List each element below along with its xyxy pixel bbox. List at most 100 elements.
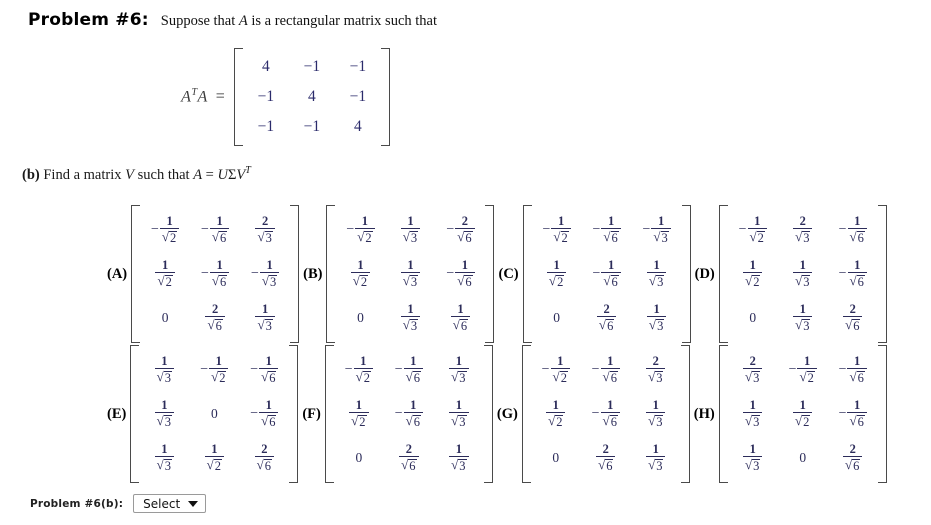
matrix-cell: 1 √ 3 [434,436,484,480]
fraction: −1 √ 6 [250,399,279,430]
radical-sign: √ [405,413,413,429]
fraction-denominator: √ 3 [793,317,812,333]
square-root-icon: √ 3 [745,414,761,429]
fraction: 1 √ 3 [793,303,813,334]
cell-value-zero: 0 [357,310,364,325]
square-root-icon: √ 3 [451,458,467,473]
square-root-icon: √ 6 [603,274,619,289]
fraction: −1 √ 3 [642,215,671,246]
radical-sign: √ [157,273,165,289]
fraction: 1 √ 3 [154,443,175,474]
answer-choice-b[interactable]: (B) −1 √ 2 1 √ 3−2 √ 6 1 √ 2 1 √ 3−1 √ 6 0 1 √ 3 1 √ 6 [303,205,495,343]
answer-choice-h[interactable]: (H) 2 √ 3−1 √ 2−1 √ 6 1 √ 3 1 √ 2−1 √ 6 1 √ 3 0 2 √ 6 [694,345,887,483]
radical-sign: √ [795,273,803,289]
fraction-denominator: √ 3 [155,413,174,429]
radicand: 3 [163,371,173,386]
fraction-body: 1 √ 6 [259,355,279,386]
matrix-cell: −1 √ 2 [531,348,581,392]
answer-choice-f[interactable]: (F) −1 √ 2−1 √ 6 1 √ 3 1 √ 2−1 √ 6 1 √ 3 0 2 √ 6 1 √ 3 [302,345,493,483]
fraction: −1 √ 6 [201,259,230,290]
bracket-left-icon [326,205,336,343]
fraction-numerator: 1 [553,257,560,272]
radical-sign: √ [357,229,365,245]
answer-choice-e[interactable]: (E) 1 √ 3−1 √ 2−1 √ 6 1 √ 3 0−1 √ 6 1 √ 3 1 √ 2 2 √ 6 [107,345,299,483]
radicand: 6 [214,319,223,334]
fraction-body: 1 √ 6 [450,303,471,334]
square-root-icon: √ 2 [162,230,178,245]
fraction: 2 √ 6 [205,303,225,334]
fraction-body: 2 √ 6 [399,443,419,474]
answer-select-dropdown[interactable]: Select [133,494,207,513]
radical-sign: √ [402,317,410,333]
fraction-body: 1 √ 6 [403,399,423,430]
minus-sign-icon: − [446,221,455,237]
radical-sign: √ [452,317,460,333]
matrix-cell: 2 √ 3 [728,348,778,392]
fraction-body: 1 √ 3 [793,303,813,334]
fraction-numerator: 1 [361,213,369,228]
fraction-numerator: 1 [407,213,414,228]
fraction: −1 √ 6 [395,355,423,386]
fraction-numerator: 2 [602,441,609,456]
matrix-cell: 2 √ 6 [582,296,632,340]
fraction-denominator: √ 3 [793,273,812,289]
matrix-cell: 0 [728,296,778,340]
radicand: 3 [409,231,419,246]
matrix-cell: 1 √ 2 [189,436,239,480]
minus-sign-icon: − [346,221,355,237]
fraction: 1 √ 2 [204,443,225,474]
radical-sign: √ [207,317,215,333]
radical-sign: √ [845,457,853,473]
radicand: 6 [268,415,277,430]
square-root-icon: √ 3 [403,230,419,246]
square-root-icon: √ 6 [452,317,469,333]
radicand: 6 [852,319,861,334]
matrix-row: −1 √ 2 1 √ 3−2 √ 6 [335,208,485,252]
radicand: 6 [464,231,473,246]
radicand: 2 [364,231,373,246]
fraction: 1 √ 2 [349,399,369,430]
radical-sign: √ [405,369,413,385]
fraction-denominator: √ 6 [843,317,862,333]
fraction-body: 1 √ 3 [743,399,763,430]
fraction-numerator: 2 [849,301,856,316]
fraction-denominator: √ 3 [646,457,665,473]
bracket-right-icon [877,345,887,483]
radicand: 2 [362,371,371,386]
radical-sign: √ [648,317,657,333]
radical-sign: √ [648,369,656,385]
choice-label: (A) [107,265,128,282]
radicand: 6 [606,319,615,334]
choice-matrix: −1 √ 2 1 √ 3−2 √ 6 1 √ 2 1 √ 3−1 √ 6 0 1 √ 3 1 √ 6 [326,205,495,343]
fraction-numerator: 1 [854,257,861,272]
fraction: 2 √ 3 [255,215,275,246]
fraction-body: 1 √ 3 [400,259,421,290]
radical-sign: √ [451,369,459,385]
matrix-cell: 1 √ 3 [632,296,682,340]
fraction-numerator: 1 [653,301,660,316]
fraction-body: 2 √ 6 [843,443,863,474]
cell-value-zero: 0 [749,310,757,325]
matrix-cell: 1 √ 3 [434,348,484,392]
fraction-numerator: 1 [754,213,761,228]
fraction: 1 √ 2 [546,399,566,430]
radical-sign: √ [849,369,857,385]
answer-choice-d[interactable]: (D) −1 √ 2 2 √ 3−1 √ 6 1 √ 2 1 √ 3−1 √ 6 0 1 √ 3 2 √ 6 [695,205,887,343]
fraction: −1 √ 6 [395,399,423,430]
fraction-numerator: 1 [215,353,222,368]
matrix-cell: 2 √ 6 [384,436,434,480]
answer-choice-g[interactable]: (G) −1 √ 2−1 √ 6 2 √ 3 1 √ 2−1 √ 6 1 √ 3 0 2 √ 6 1 √ 3 [497,345,690,483]
radicand: 6 [412,415,421,430]
radical-sign: √ [552,369,560,385]
square-root-icon: √ 2 [207,458,223,473]
matrix-cell: 1 √ 3 [139,348,189,392]
answer-choice-a[interactable]: (A) −1 √ 2−1 √ 6 2 √ 3 1 √ 2−1 √ 6−1 √ 3 0 2 √ 6 1 √ 3 [107,205,300,343]
matrix-cell: 0 [335,296,385,340]
fraction: 2 √ 3 [646,355,666,386]
matrix-cell: 0 [532,296,582,340]
lhs-a-base: A [181,88,192,106]
answer-choice-c[interactable]: (C) −1 √ 2−1 √ 6−1 √ 3 1 √ 2−1 √ 6 1 √ 3 0 2 √ 6 1 √ 3 [498,205,691,343]
radical-sign: √ [457,273,465,289]
fraction-numerator: 1 [799,397,806,412]
square-root-icon: √ 6 [207,317,223,334]
